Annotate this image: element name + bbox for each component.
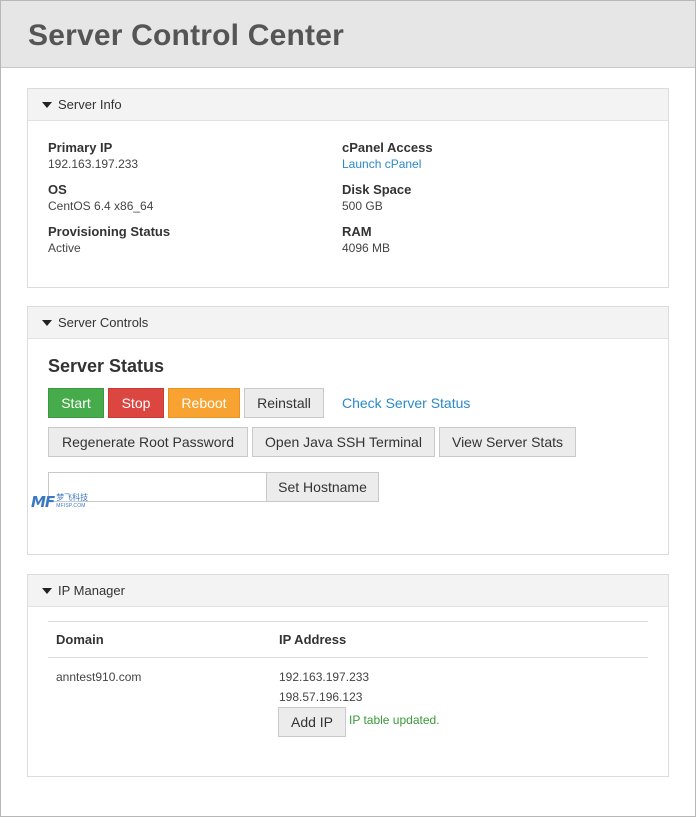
caret-down-icon [42, 101, 52, 108]
server-info-heading[interactable]: Server Info [28, 89, 668, 121]
disk-space-label: Disk Space [342, 182, 412, 197]
ip-manager-panel: IP Manager Domain IP Address anntest910.… [27, 574, 669, 777]
set-hostname-button[interactable]: Set Hostname [266, 472, 379, 502]
page-title: Server Control Center [28, 19, 344, 52]
os-label: OS [48, 182, 67, 197]
cpanel-access-label: cPanel Access [342, 140, 433, 155]
server-info-panel: Server Info Primary IP 192.163.197.233 O… [27, 88, 669, 288]
primary-ip-label: Primary IP [48, 140, 113, 155]
ip-address-column-header: IP Address [279, 632, 347, 647]
watermark-cn: 梦飞科技 [56, 493, 89, 502]
ip-table-status-message: IP table updated. [349, 713, 440, 727]
view-server-stats-button[interactable]: View Server Stats [439, 427, 576, 457]
server-status-title: Server Status [48, 356, 165, 376]
watermark-mark: MF [31, 493, 55, 511]
ip-manager-heading[interactable]: IP Manager [28, 575, 668, 607]
provisioning-status-label: Provisioning Status [48, 224, 171, 239]
caret-down-icon [42, 587, 52, 594]
regenerate-root-password-button[interactable]: Regenerate Root Password [48, 427, 248, 457]
add-ip-button[interactable]: Add IP [278, 707, 346, 737]
ip-manager-heading-label: IP Manager [58, 583, 125, 598]
watermark-text: 梦飞科技 MFISP.COM [56, 494, 88, 510]
watermark-logo: MF 梦飞科技 MFISP.COM [31, 493, 95, 511]
watermark-en: MFISP.COM [56, 503, 86, 509]
table-header-divider [48, 657, 648, 658]
table-top-divider [48, 621, 648, 622]
reboot-button[interactable]: Reboot [168, 388, 240, 418]
ip-address-cell: 192.163.197.233 [279, 670, 370, 684]
domain-cell: anntest910.com [56, 670, 142, 684]
ram-value: 4096 MB [342, 241, 391, 255]
launch-cpanel-link[interactable]: Launch cPanel [342, 157, 421, 171]
server-controls-heading[interactable]: Server Controls [28, 307, 668, 339]
check-server-status-link[interactable]: Check Server Status [342, 395, 470, 411]
stop-button[interactable]: Stop [108, 388, 164, 418]
open-java-ssh-terminal-button[interactable]: Open Java SSH Terminal [252, 427, 435, 457]
primary-ip-value: 192.163.197.233 [48, 157, 139, 171]
reinstall-button[interactable]: Reinstall [244, 388, 324, 418]
server-controls-heading-label: Server Controls [58, 315, 149, 330]
ip-address-cell: 198.57.196.123 [279, 690, 363, 704]
caret-down-icon [42, 319, 52, 326]
server-info-heading-label: Server Info [58, 97, 122, 112]
page-header: Server Control Center [1, 1, 695, 68]
disk-space-value: 500 GB [342, 199, 383, 213]
provisioning-status-value: Active [48, 241, 81, 255]
domain-column-header: Domain [56, 632, 104, 647]
server-controls-panel: Server Controls Server Status Start Stop… [27, 306, 669, 555]
ram-label: RAM [342, 224, 372, 239]
start-button[interactable]: Start [48, 388, 104, 418]
os-value: CentOS 6.4 x86_64 [48, 199, 154, 213]
